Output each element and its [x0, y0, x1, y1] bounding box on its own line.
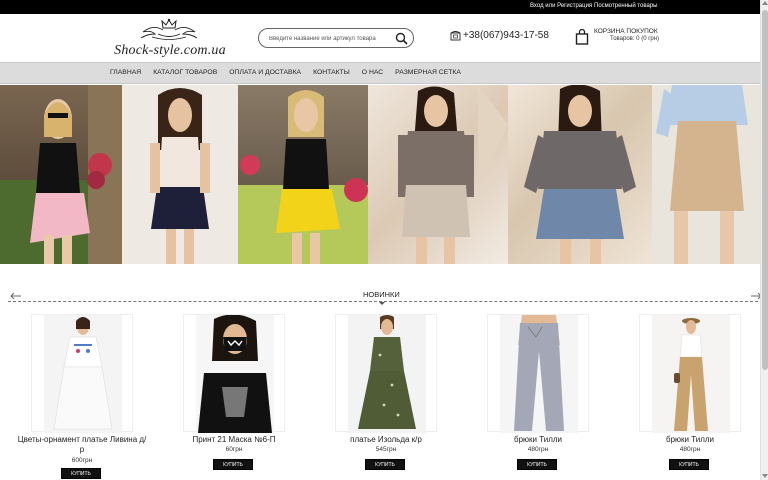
new-arrivals-header: НОВИНКИ	[0, 286, 760, 306]
product-price: 480грн	[679, 446, 701, 453]
search-icon[interactable]	[395, 32, 408, 45]
shopping-bag-icon	[575, 29, 589, 45]
phone: +38(067)943-17-58	[450, 30, 549, 41]
buy-button[interactable]: КУПИТЬ	[213, 459, 253, 470]
product-list: Цветы-орнамент платье Ливина д/р 600грн …	[0, 314, 760, 480]
arrow-left-icon[interactable]	[10, 291, 22, 301]
auth-link[interactable]: Вход или Регистрация	[530, 3, 592, 9]
crown-ornament-icon	[140, 18, 198, 40]
product-name[interactable]: Цветы-орнамент платье Ливина д/р	[17, 435, 147, 455]
main-nav: ГЛАВНАЯ КАТАЛОГ ТОВАРОВ ОПЛАТА И ДОСТАВК…	[0, 62, 760, 84]
banner-photo-1	[0, 85, 122, 264]
phone-icon	[450, 31, 461, 41]
banner-photo-2	[122, 85, 238, 264]
cart[interactable]: КОРЗИНА ПОКУПОК Товаров: 0 (0 грн)	[575, 27, 665, 49]
nav-item-catalog[interactable]: КАТАЛОГ ТОВАРОВ	[153, 69, 217, 76]
product-price: 545грн	[375, 446, 397, 453]
nav-item-about[interactable]: О НАС	[362, 69, 383, 76]
search-input[interactable]	[269, 32, 397, 45]
banner-photo-5	[508, 85, 652, 264]
product-card[interactable]: брюки Тилли 480грн КУПИТЬ	[639, 314, 741, 480]
product-image[interactable]	[183, 314, 285, 433]
buy-button[interactable]: КУПИТЬ	[669, 459, 709, 470]
scroll-down-icon[interactable]	[762, 474, 768, 478]
product-card[interactable]: платье Изольда к/р 545грн КУПИТЬ	[335, 314, 437, 480]
cart-title: КОРЗИНА ПОКУПОК	[594, 28, 658, 35]
phone-number[interactable]: +38(067)943-17-58	[463, 30, 549, 41]
product-name[interactable]: платье Изольда к/р	[321, 435, 451, 445]
buy-button[interactable]: КУПИТЬ	[517, 459, 557, 470]
scroll-up-icon[interactable]	[762, 1, 768, 5]
nav-item-size-chart[interactable]: РАЗМЕРНАЯ СЕТКА	[395, 69, 461, 76]
product-name[interactable]: брюки Тилли	[625, 435, 755, 445]
buy-button[interactable]: КУПИТЬ	[365, 459, 405, 470]
nav-item-contacts[interactable]: КОНТАКТЫ	[313, 69, 350, 76]
buy-button[interactable]: КУПИТЬ	[61, 468, 101, 479]
product-price: 600грн	[71, 457, 93, 464]
scrollbar[interactable]	[760, 0, 768, 480]
product-price: 60грн	[225, 446, 243, 453]
banner-photo-4	[368, 85, 508, 264]
product-price: 480грн	[527, 446, 549, 453]
product-image[interactable]	[31, 314, 133, 433]
product-name[interactable]: брюки Тилли	[473, 435, 603, 445]
banner-photo-6	[652, 85, 760, 264]
nav-item-home[interactable]: ГЛАВНАЯ	[110, 69, 141, 76]
nav-item-payment-delivery[interactable]: ОПЛАТА И ДОСТАВКА	[229, 69, 301, 76]
hero-banner[interactable]	[0, 85, 760, 264]
search-box	[258, 28, 414, 48]
product-card[interactable]: брюки Тилли 480грн КУПИТЬ	[487, 314, 589, 480]
cart-status: Товаров: 0 (0 грн)	[610, 36, 660, 42]
product-image[interactable]	[487, 314, 589, 433]
scrollbar-thumb[interactable]	[762, 10, 768, 370]
product-image[interactable]	[639, 314, 741, 433]
top-bar: Вход или Регистрация Посмотренный товары	[0, 0, 760, 14]
section-title: НОВИНКИ	[358, 290, 405, 305]
page: Вход или Регистрация Посмотренный товары…	[0, 0, 768, 480]
product-card[interactable]: Принт 21 Маска №6-П 60грн КУПИТЬ	[183, 314, 285, 480]
header: Shock-style.com.ua +38(067)943-17-58 КОР…	[0, 14, 760, 62]
banner-photo-3	[238, 85, 368, 264]
viewed-products-link[interactable]: Посмотренный товары	[594, 3, 657, 9]
product-name[interactable]: Принт 21 Маска №6-П	[169, 435, 299, 445]
product-image[interactable]	[335, 314, 437, 433]
logo-text: Shock-style.com.ua	[114, 43, 226, 58]
logo[interactable]: Shock-style.com.ua	[110, 18, 230, 60]
product-card[interactable]: Цветы-орнамент платье Ливина д/р 600грн …	[18, 314, 146, 480]
